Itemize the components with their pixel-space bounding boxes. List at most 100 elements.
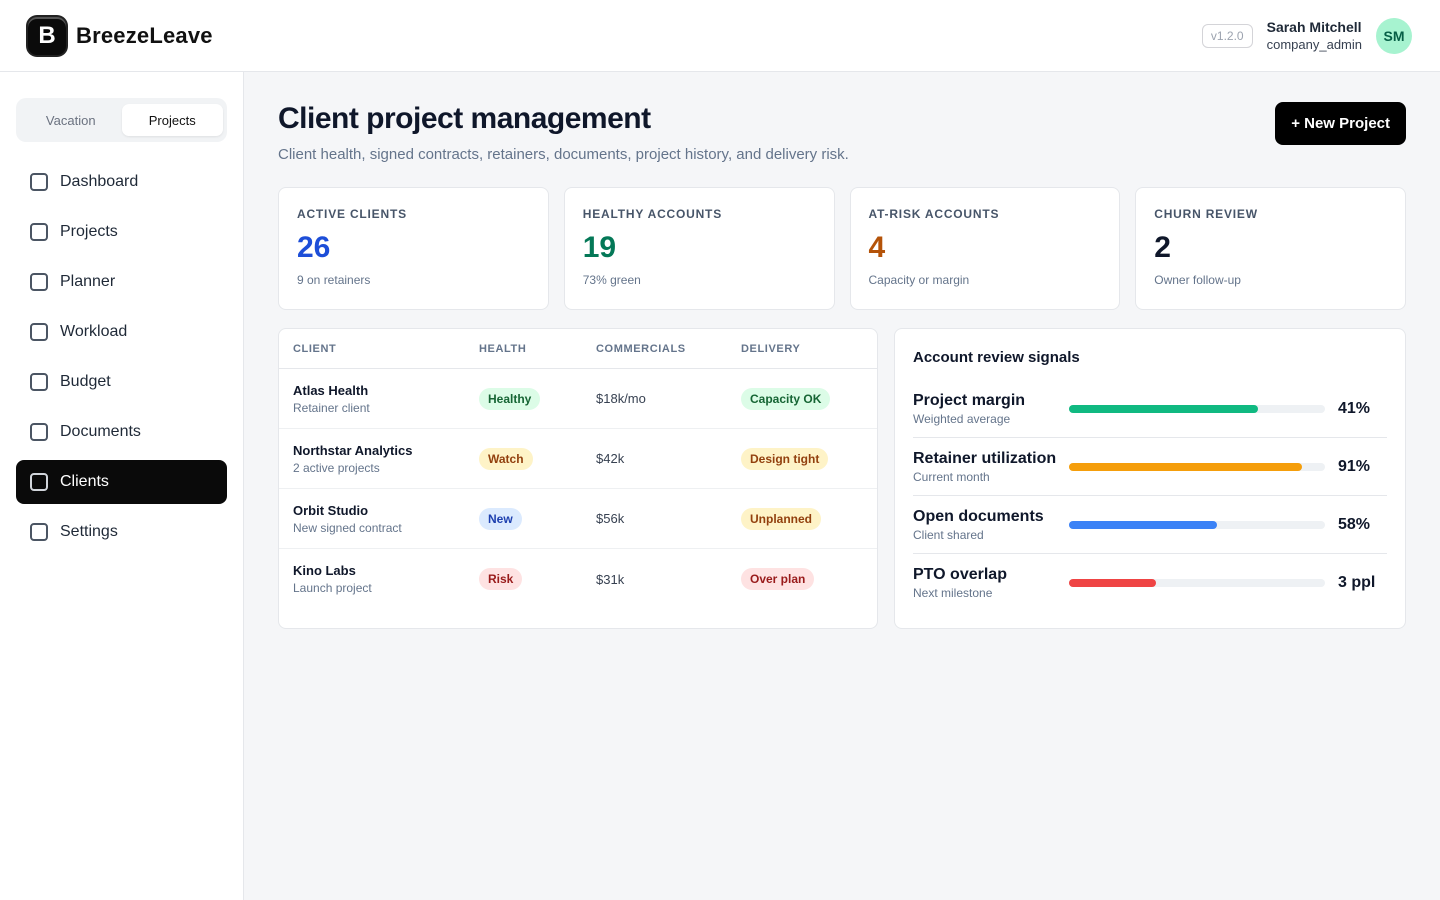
stat-value: 2	[1154, 231, 1171, 264]
stat-label: ACTIVE CLIENTS	[297, 207, 407, 221]
signal-progress-bar	[1069, 579, 1325, 587]
logo-letter: B	[38, 21, 56, 49]
sidebar-item-budget[interactable]: Budget	[16, 360, 227, 404]
stat-note: Capacity or margin	[868, 273, 970, 287]
sidebar-item-label: Documents	[60, 423, 141, 440]
sidebar-item-documents[interactable]: Documents	[16, 410, 227, 454]
stat-note: 9 on retainers	[297, 273, 371, 287]
signal-label: Open documents	[913, 507, 1044, 525]
signal-row-pto-overlap: PTO overlap Next milestone 3 ppl	[913, 554, 1387, 612]
signal-label: Project margin	[913, 391, 1026, 409]
table-header: CLIENT HEALTH COMMERCIALS DELIVERY	[279, 329, 877, 369]
client-name[interactable]: Atlas Health	[293, 383, 479, 398]
commercials-value: $56k	[596, 511, 625, 526]
app-name: BreezeLeave	[76, 22, 213, 48]
signal-subtitle: Current month	[913, 469, 990, 484]
stat-card-at-risk-accounts: AT-RISK ACCOUNTS 4 Capacity or margin	[849, 187, 1121, 310]
signal-row-retainer-utilization: Retainer utilization Current month 91%	[913, 438, 1387, 496]
client-subtitle: Launch project	[293, 581, 372, 595]
clients-table: CLIENT HEALTH COMMERCIALS DELIVERY Atlas…	[278, 328, 878, 629]
signal-value: 3 ppl	[1338, 574, 1376, 591]
signal-row-open-documents: Open documents Client shared 58%	[913, 496, 1387, 554]
delivery-badge: Design tight	[741, 447, 829, 470]
column-header-client[interactable]: CLIENT	[293, 343, 479, 355]
mode-vacation-button[interactable]: Vacation	[20, 104, 122, 136]
client-name[interactable]: Orbit Studio	[293, 503, 479, 518]
stat-value: 26	[297, 231, 331, 264]
main-content: Client project management Client health,…	[278, 72, 1406, 629]
stat-note: Owner follow-up	[1154, 273, 1241, 287]
signal-subtitle: Client shared	[913, 527, 984, 542]
top-bar: B BreezeLeave v1.2.0 Sarah Mitchell comp…	[0, 0, 1440, 72]
commercials-value: $18k/mo	[596, 391, 646, 406]
sidebar-item-planner[interactable]: Planner	[16, 260, 227, 304]
account-review-signals: Account review signals Project margin Wei…	[894, 328, 1406, 629]
signal-label: Retainer utilization	[913, 449, 1057, 467]
delivery-badge: Over plan	[741, 568, 815, 590]
client-subtitle: 2 active projects	[293, 460, 380, 475]
client-subtitle: Retainer client	[293, 400, 370, 415]
checkbox-icon	[30, 273, 48, 291]
health-badge: New	[479, 507, 522, 530]
avatar[interactable]: SM	[1376, 17, 1412, 54]
sidebar-item-settings[interactable]: Settings	[16, 510, 227, 554]
stat-card-active-clients: ACTIVE CLIENTS 26 9 on retainers	[278, 187, 549, 310]
table-row[interactable]: Orbit Studio New signed contract New $56k…	[279, 489, 877, 549]
stat-label: AT-RISK ACCOUNTS	[868, 207, 1000, 221]
sidebar-item-label: Settings	[60, 523, 118, 540]
health-badge: Watch	[479, 447, 533, 470]
stat-label: CHURN REVIEW	[1154, 207, 1258, 221]
checkbox-icon	[30, 473, 48, 491]
version-badge: v1.2.0	[1201, 23, 1253, 48]
sidebar-item-label: Workload	[60, 323, 128, 340]
signal-subtitle: Weighted average	[913, 411, 1011, 426]
checkbox-icon	[30, 323, 48, 341]
signals-title: Account review signals	[913, 349, 1080, 366]
column-header-delivery[interactable]: DELIVERY	[741, 343, 877, 355]
user-info: Sarah Mitchell company_admin	[1267, 19, 1362, 52]
checkbox-icon	[30, 373, 48, 391]
sidebar-item-dashboard[interactable]: Dashboard	[16, 160, 227, 204]
sidebar-item-label: Dashboard	[60, 173, 139, 190]
sidebar-item-clients[interactable]: Clients	[16, 460, 227, 504]
mode-projects-button[interactable]: Projects	[121, 104, 223, 136]
client-name[interactable]: Kino Labs	[293, 563, 479, 578]
user-name: Sarah Mitchell	[1266, 19, 1362, 35]
table-row[interactable]: Atlas Health Retainer client Healthy $18k…	[279, 369, 877, 429]
checkbox-icon	[30, 173, 48, 191]
client-name[interactable]: Northstar Analytics	[293, 443, 479, 458]
signal-progress-bar	[1069, 404, 1325, 413]
commercials-value: $42k	[596, 451, 625, 466]
column-header-health[interactable]: HEALTH	[479, 343, 596, 355]
top-right-area: v1.2.0 Sarah Mitchell company_admin SM	[1201, 17, 1412, 54]
sidebar-item-label: Budget	[60, 373, 111, 390]
signal-progress-fill	[1069, 579, 1157, 587]
signal-progress-bar	[1069, 520, 1325, 529]
signal-value: 91%	[1338, 457, 1371, 475]
page-subtitle: Client health, signed contracts, retaine…	[278, 146, 849, 163]
signal-row-project-margin: Project margin Weighted average 41%	[913, 380, 1387, 438]
signal-progress-fill	[1069, 404, 1259, 413]
sidebar-item-label: Planner	[60, 273, 116, 290]
stats-row: ACTIVE CLIENTS 26 9 on retainers HEALTHY…	[278, 187, 1406, 310]
column-header-commercials[interactable]: COMMERCIALS	[596, 343, 741, 355]
delivery-badge: Unplanned	[741, 507, 821, 530]
checkbox-icon	[30, 423, 48, 441]
app-logo[interactable]: B	[28, 16, 66, 55]
user-role: company_admin	[1266, 37, 1362, 52]
client-subtitle: New signed contract	[293, 520, 402, 535]
sidebar-item-projects[interactable]: Projects	[16, 210, 227, 254]
table-row[interactable]: Northstar Analytics 2 active projects Wat…	[279, 429, 877, 489]
health-badge: Risk	[479, 568, 523, 590]
sidebar-item-workload[interactable]: Workload	[16, 310, 227, 354]
delivery-badge: Capacity OK	[741, 387, 831, 410]
table-row[interactable]: Kino Labs Launch project Risk $31k Over p…	[279, 549, 877, 609]
page-title: Client project management	[278, 102, 651, 135]
stat-card-churn-review: CHURN REVIEW 2 Owner follow-up	[1135, 187, 1406, 310]
health-badge: Healthy	[479, 387, 541, 410]
new-project-button[interactable]: + New Project	[1275, 102, 1406, 145]
stat-card-healthy-accounts: HEALTHY ACCOUNTS 19 73% green	[563, 187, 835, 310]
sidebar-item-label: Clients	[60, 473, 109, 490]
stat-value: 4	[868, 231, 886, 264]
stat-note: 73% green	[582, 273, 641, 287]
